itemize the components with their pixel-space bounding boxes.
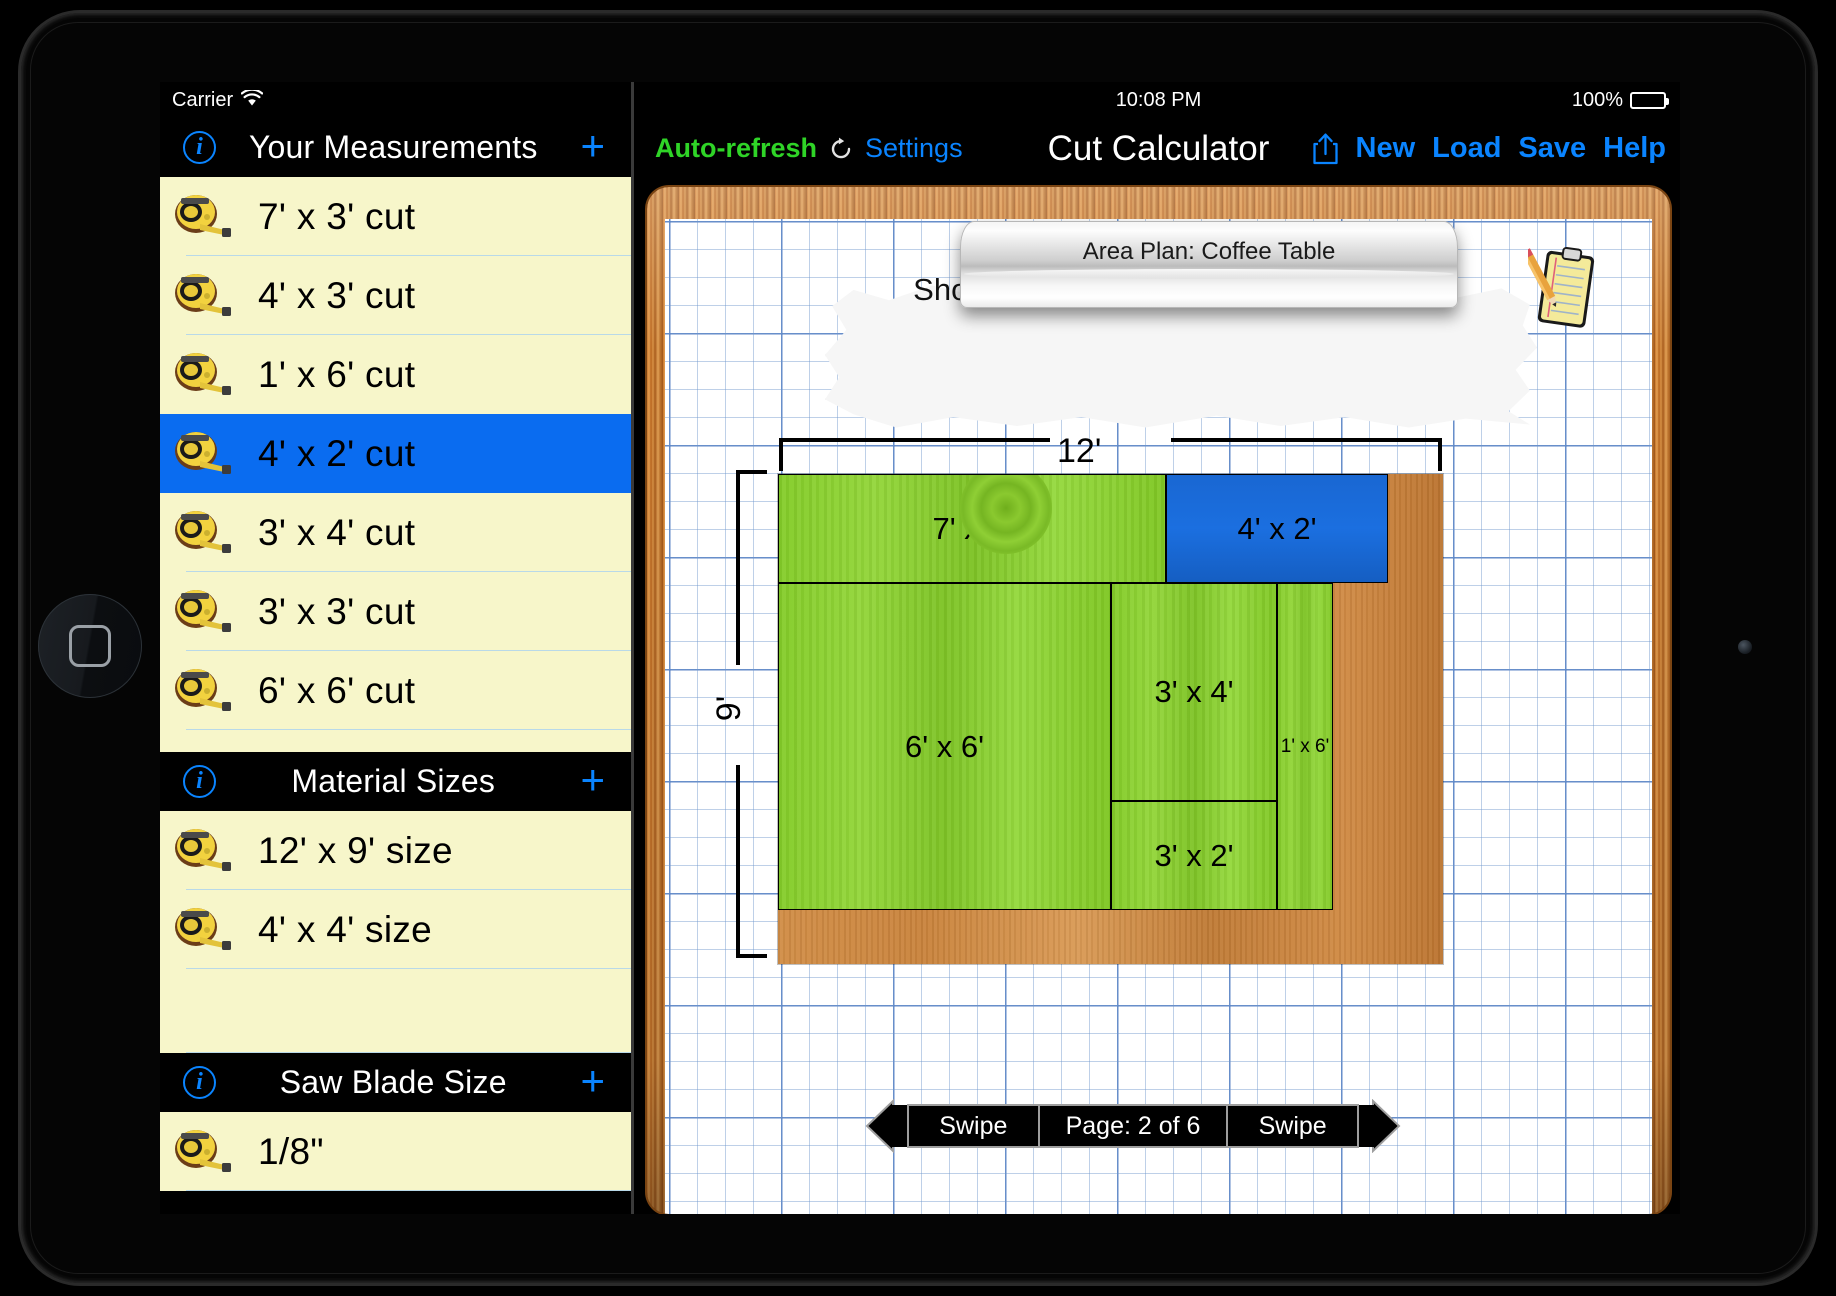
list-item-label: 4' x 3' cut [258,274,416,316]
cut-piece-label: 3' x 2' [1154,837,1234,873]
battery-group: 100% [1571,82,1669,118]
page-nav-bar: Swipe Page: 2 of 6 Swipe [907,1104,1359,1148]
list-item-label: 3' x 3' cut [258,590,416,632]
measurements-list: 7' x 3' cut 4' x 3' cut 1' x 6' cut 4' x… [160,177,631,752]
plan-workspace: 12' 9' 7' x 2' 4' x 2' 6' x 6' 3' x 4' 3… [637,179,1680,1214]
section-title: Material Sizes [291,763,496,799]
section-header-saw-blade-size: i Saw Blade Size + [160,1053,631,1112]
tape-measure-icon [172,903,234,957]
toolbar-left-group: Auto-refresh Settings [655,133,963,164]
main-pane: 10:08 PM 100% Auto-refresh Settings Cut … [637,82,1680,1214]
list-clipped-row [160,730,631,752]
tape-measure-icon [172,1125,234,1179]
page-indicator-label: Page: 2 of 6 [1037,1106,1229,1146]
toolbar: Auto-refresh Settings Cut Calculator New… [637,118,1680,179]
screen: Carrier i Your Measurements + 7' x 3' cu… [160,82,1680,1214]
list-item[interactable]: 4' x 4' size [160,890,631,969]
page-navigation: Swipe Page: 2 of 6 Swipe [865,1098,1401,1154]
cut-piece-selected[interactable]: 4' x 2' [1166,474,1388,583]
list-item[interactable]: 4' x 3' cut [160,256,631,335]
list-item[interactable]: 6' x 6' cut [160,651,631,730]
list-item-label: 6' x 6' cut [258,669,416,711]
battery-full-icon [1630,91,1669,109]
auto-refresh-label[interactable]: Auto-refresh [655,133,817,164]
home-button[interactable] [38,594,142,698]
wifi-icon [240,88,264,111]
refresh-icon[interactable] [828,136,854,162]
list-item-label: 4' x 2' cut [258,432,416,474]
list-item-label: 12' x 9' size [258,829,453,871]
wood-board-frame: 12' 9' 7' x 2' 4' x 2' 6' x 6' 3' x 4' 3… [647,187,1670,1214]
list-item-label: 1' x 6' cut [258,353,416,395]
load-button[interactable]: Load [1432,132,1501,165]
share-up-icon[interactable] [1312,132,1339,165]
help-button[interactable]: Help [1603,132,1666,165]
cut-piece-label: 1' x 6' [1280,735,1330,757]
tape-measure-icon [172,664,234,718]
list-item[interactable]: 7' x 3' cut [160,177,631,256]
settings-button[interactable]: Settings [865,133,963,164]
sidebar: Carrier i Your Measurements + 7' x 3' cu… [160,82,634,1214]
new-button[interactable]: New [1356,132,1416,165]
carrier-label: Carrier [172,88,234,111]
section-header-your-measurements: i Your Measurements + [160,118,631,177]
material-sizes-list: 12' x 9' size 4' x 4' size [160,811,631,1053]
row-divider [186,1190,631,1191]
saw-blade-list: 1/8" [160,1112,631,1191]
list-item[interactable]: 3' x 3' cut [160,572,631,651]
tape-measure-icon [172,427,234,481]
toolbar-right-group: New Load Save Help [1312,132,1666,165]
tape-measure-icon [172,190,234,244]
front-camera-icon [1738,640,1752,654]
list-item-selected[interactable]: 4' x 2' cut [160,414,631,493]
swipe-prev-button[interactable]: Swipe [909,1106,1038,1146]
status-bar-left: Carrier [160,82,631,118]
list-item[interactable]: 1/8" [160,1112,631,1191]
tape-measure-icon [172,824,234,878]
graph-paper: 12' 9' 7' x 2' 4' x 2' 6' x 6' 3' x 4' 3… [665,219,1652,1214]
cut-piece[interactable]: 3' x 4' [1111,583,1277,801]
cut-piece-label: 7' x 2' [932,510,1012,546]
list-item[interactable]: 12' x 9' size [160,811,631,890]
add-material-button[interactable]: + [580,758,605,801]
save-button[interactable]: Save [1518,132,1586,165]
add-measurement-button[interactable]: + [580,124,605,167]
swipe-next-button[interactable]: Swipe [1228,1106,1357,1146]
list-item[interactable]: 3' x 4' cut [160,493,631,572]
battery-percent-label: 100% [1571,88,1623,111]
tape-measure-icon [172,348,234,402]
arrow-right-icon[interactable] [1359,1098,1401,1154]
clock-label: 10:08 PM [1115,88,1202,111]
cut-piece[interactable]: 6' x 6' [778,583,1111,910]
dimension-bracket-top [778,433,1443,473]
cut-piece[interactable]: 1' x 6' [1277,583,1333,910]
home-button-square-icon [69,625,111,667]
add-blade-button[interactable]: + [580,1059,605,1102]
cut-piece-label: 3' x 4' [1154,674,1234,709]
plan-title-plaque: Area Plan: Coffee Table [960,221,1458,308]
cut-piece[interactable]: 7' x 2' [778,474,1166,583]
list-item-label: 3' x 4' cut [258,511,416,553]
tape-measure-icon [172,269,234,323]
list-item-label: 1/8" [258,1130,324,1172]
section-title: Your Measurements [248,129,538,165]
material-sheet: 7' x 2' 4' x 2' 6' x 6' 3' x 4' 3' x 2' … [778,474,1443,964]
dimension-bracket-left [727,469,769,959]
list-item-label: 7' x 3' cut [258,195,416,237]
tape-measure-icon [172,506,234,560]
list-item-label: 4' x 4' size [258,908,433,950]
list-item[interactable]: 1' x 6' cut [160,335,631,414]
plan-title-label: Area Plan: Coffee Table [1082,238,1336,265]
cut-piece-label: 4' x 2' [1237,510,1317,546]
section-header-material-sizes: i Material Sizes + [160,752,631,811]
cut-piece-label: 6' x 6' [904,728,985,764]
arrow-left-icon[interactable] [865,1098,907,1154]
ipad-device: Carrier i Your Measurements + 7' x 3' cu… [0,0,1836,1296]
section-title: Saw Blade Size [279,1064,507,1100]
cut-piece[interactable]: 3' x 2' [1111,801,1277,910]
empty-list-row [160,969,631,1053]
status-bar-right: 10:08 PM 100% [637,82,1680,118]
tape-measure-icon [172,585,234,639]
